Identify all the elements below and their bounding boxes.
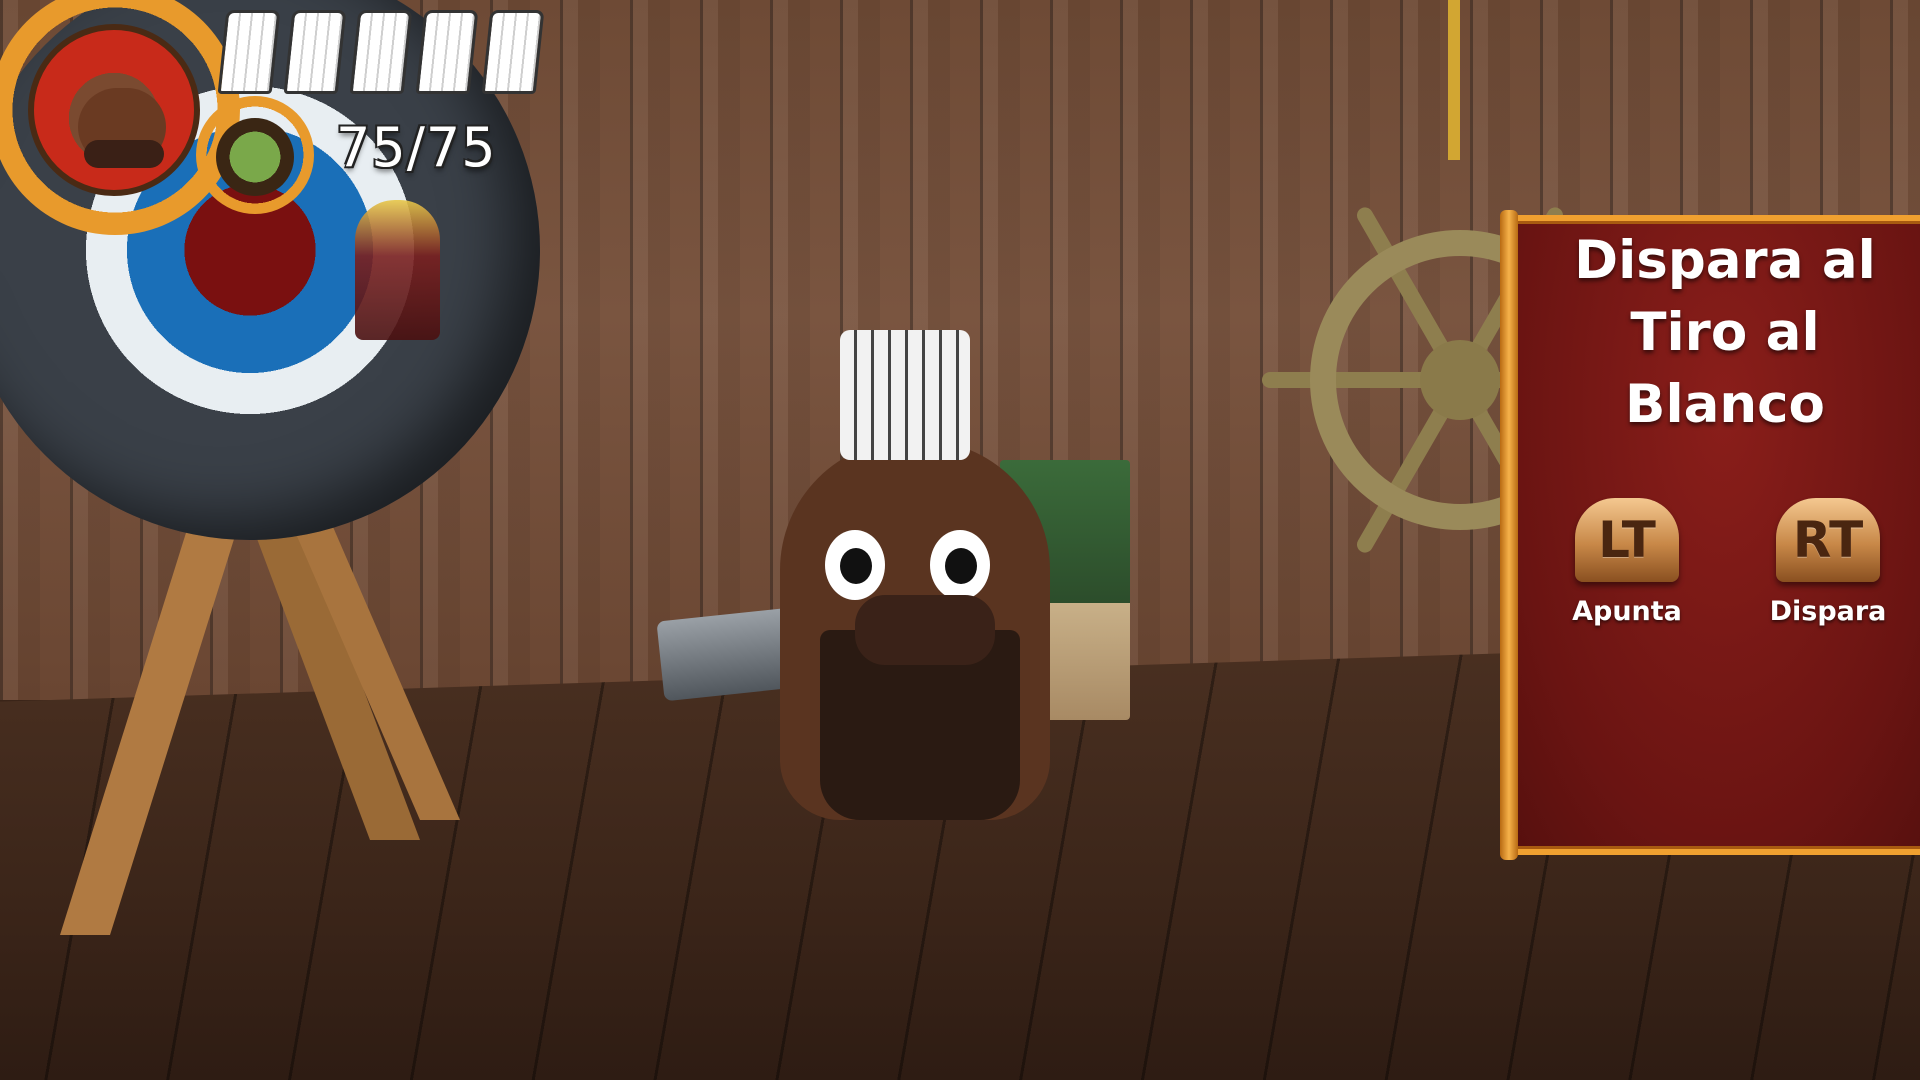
ship-wheel-hub: [1420, 340, 1500, 420]
character-eye: [930, 530, 990, 600]
instruction-title-line: Dispara al: [1574, 230, 1876, 291]
chef-hat-lives: [217, 10, 545, 94]
instruction-title: Dispara al Tiro al Blanco: [1530, 225, 1920, 441]
character-bill: [855, 595, 995, 665]
scroll-rod: [1500, 210, 1518, 860]
chef-hat-life-icon: [283, 10, 347, 94]
control-label: Dispara: [1769, 596, 1887, 627]
character-eye: [825, 530, 885, 600]
control-hint-aim: LT Apunta: [1557, 498, 1697, 627]
rt-trigger-icon: RT: [1776, 498, 1880, 582]
platypus-chef-character: [780, 330, 1080, 830]
control-hint-shoot: RT Dispara: [1758, 498, 1898, 627]
chef-hat: [840, 330, 970, 460]
chef-hat-life-icon: [217, 10, 281, 94]
chef-hat-life-icon: [481, 10, 545, 94]
chef-hat-life-icon: [415, 10, 479, 94]
control-label: Apunta: [1572, 596, 1682, 627]
health-counter: 75/75: [336, 116, 497, 179]
instruction-title-line: Tiro al Blanco: [1625, 302, 1825, 435]
hanging-rope: [1448, 0, 1460, 160]
portrait-bill: [84, 140, 164, 168]
chef-hat-life-icon: [349, 10, 413, 94]
lt-trigger-icon: LT: [1575, 498, 1679, 582]
leaf-shield-icon: [216, 118, 294, 196]
player-portrait-icon: [28, 24, 200, 196]
target-portrait: [355, 200, 440, 340]
